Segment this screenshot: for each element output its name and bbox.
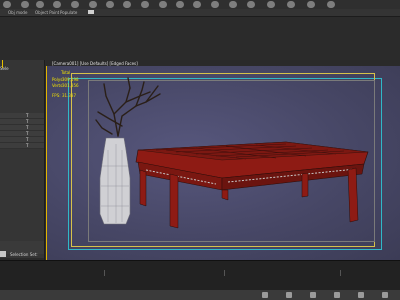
key-icon[interactable] bbox=[262, 292, 268, 298]
selection-set-label: Selection Set: bbox=[10, 252, 38, 257]
rotate-icon[interactable] bbox=[122, 1, 132, 9]
render-setup-icon[interactable] bbox=[286, 1, 296, 9]
list-item-label: T bbox=[26, 119, 29, 124]
layers-icon[interactable] bbox=[210, 1, 220, 9]
panel-title: Sele bbox=[0, 66, 9, 71]
list-item-label: T bbox=[26, 143, 29, 148]
curve-editor-icon[interactable] bbox=[228, 1, 238, 9]
panel-splitter[interactable] bbox=[44, 60, 45, 260]
timeline-tick bbox=[224, 270, 225, 276]
tab-obj-mode[interactable]: Obj mode bbox=[8, 10, 27, 15]
material-editor-icon[interactable] bbox=[266, 1, 276, 9]
list-item-label: T bbox=[26, 131, 29, 136]
pan-icon[interactable] bbox=[334, 292, 340, 298]
zoom-icon[interactable] bbox=[310, 292, 316, 298]
list-item-label: T bbox=[26, 125, 29, 130]
bind-icon[interactable] bbox=[70, 1, 80, 9]
command-panel bbox=[0, 60, 44, 258]
timeline-tick bbox=[340, 270, 341, 276]
unlink-icon[interactable] bbox=[52, 1, 62, 9]
play-icon[interactable] bbox=[286, 292, 292, 298]
tab-object-paint[interactable]: Object Paint bbox=[35, 10, 59, 15]
orbit-icon[interactable] bbox=[358, 292, 364, 298]
redo-icon[interactable] bbox=[20, 1, 30, 9]
tab-extra[interactable] bbox=[88, 10, 94, 14]
link-icon[interactable] bbox=[35, 1, 45, 9]
vase bbox=[99, 137, 131, 225]
render-frame-icon[interactable] bbox=[306, 1, 316, 9]
snap-icon[interactable] bbox=[158, 1, 168, 9]
align-icon[interactable] bbox=[192, 1, 202, 9]
timeline-tick bbox=[104, 270, 105, 276]
tab-populate[interactable]: Populate bbox=[60, 10, 77, 15]
select-icon[interactable] bbox=[88, 1, 98, 9]
schematic-icon[interactable] bbox=[246, 1, 256, 9]
render-icon[interactable] bbox=[326, 1, 336, 9]
scale-icon[interactable] bbox=[140, 1, 150, 9]
status-bar bbox=[0, 290, 400, 300]
list-item-label: T bbox=[26, 113, 29, 118]
scene-canvas bbox=[95, 77, 369, 229]
selection-lock-icon[interactable] bbox=[0, 251, 6, 257]
tea-table bbox=[135, 141, 369, 229]
list-item-label: T bbox=[26, 137, 29, 142]
maximize-icon[interactable] bbox=[382, 292, 388, 298]
move-icon[interactable] bbox=[105, 1, 115, 9]
branches bbox=[95, 77, 161, 137]
list-item[interactable] bbox=[0, 143, 44, 149]
undo-icon[interactable] bbox=[2, 1, 12, 9]
mirror-icon[interactable] bbox=[175, 1, 185, 9]
